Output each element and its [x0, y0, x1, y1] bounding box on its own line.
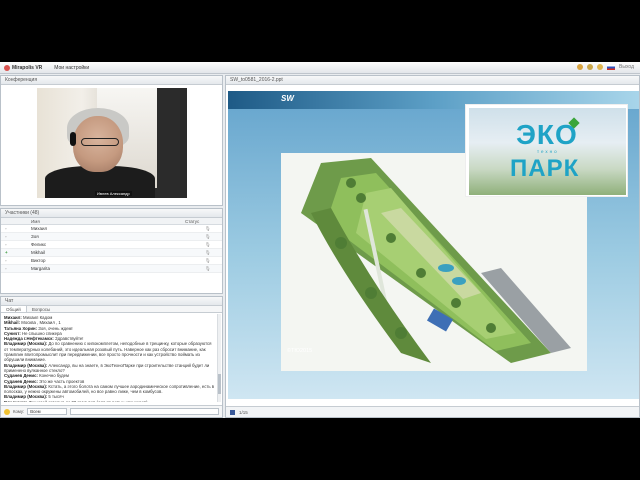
message-text: 5 тысяч	[47, 394, 64, 400]
mic-icon[interactable]: 🎙	[185, 241, 222, 248]
conference-title: Конференция	[1, 76, 222, 85]
participant-name: Феликс	[31, 242, 47, 247]
table-header: Имя Статус	[1, 218, 222, 225]
message-author: Владимир (Москва):	[4, 341, 48, 347]
presentation-toolbar: 1/15	[226, 406, 639, 417]
mic-icon[interactable]: 🎙	[185, 233, 222, 240]
message-text: Фэшидей говорил до 00 градусов (для груз…	[27, 400, 148, 402]
mic-icon[interactable]: 🎙	[185, 249, 222, 256]
chat-panel: Чат Общий Вопросы Михаил: Михаил Кадом Mi…	[0, 296, 223, 418]
eco-text-line2: техно	[537, 149, 559, 154]
table-row[interactable]: ▫ Феликс 🎙	[1, 241, 222, 249]
message-text: Не слышно спикера	[20, 330, 62, 336]
message-text: Здравствуйте!	[53, 336, 84, 342]
chat-tabs: Общий Вопросы	[1, 306, 222, 313]
recipient-label: Кому:	[13, 409, 25, 414]
lock-icon[interactable]	[587, 64, 594, 70]
chat-title: Чат	[1, 297, 222, 306]
message-author: Mikhail:	[4, 320, 20, 326]
chat-scrollbar[interactable]	[217, 314, 221, 402]
app-logo: Mirapolis VR	[4, 64, 43, 71]
message-text: Москва , Михаил , 1	[20, 320, 61, 326]
smiley-icon[interactable]	[4, 408, 10, 415]
message-text: Михаил Кадом	[21, 315, 53, 320]
row-icon: ▫	[5, 242, 7, 247]
chat-message-input[interactable]	[70, 408, 219, 415]
message-author: Суничт:	[4, 330, 21, 336]
chat-input-bar: Кому: Всем	[1, 405, 222, 417]
row-icon: ▫	[5, 266, 7, 271]
notification-icon[interactable]	[577, 64, 584, 70]
message-text: Зоя, очень ждем!	[37, 325, 73, 331]
message-author: Владимир:	[4, 400, 27, 402]
message-text: Конечно будем	[37, 373, 70, 379]
message-author: Суданев Денис:	[4, 378, 38, 384]
tab-general[interactable]: Общий	[1, 306, 27, 312]
row-icon: ▫	[5, 226, 7, 231]
participant-name: Виктор	[31, 258, 46, 263]
row-icon: +	[5, 250, 8, 255]
speaker-video: Ивлев Александр	[37, 88, 187, 198]
eco-logo-box: ЭКО техно ПАРК	[465, 104, 628, 197]
save-icon[interactable]	[230, 409, 235, 415]
top-right-tools: Выход	[577, 64, 634, 70]
chat-messages: Михаил: Михаил Кадом Mikhail: Москва , Ми…	[1, 314, 219, 402]
recipient-select[interactable]: Всем	[27, 408, 68, 415]
copyright-text: ©ТЮ2015	[287, 348, 313, 354]
app-window: Mirapolis VR Мои настройки Выход Конфере…	[0, 62, 640, 418]
app-logo-text: Mirapolis VR	[12, 64, 43, 71]
chat-message: Владимир (Москва): Александр, вы на знае…	[4, 363, 216, 374]
message-author: Татьяна Хорин:	[4, 325, 38, 331]
table-row[interactable]: ▫ Зоя 🎙	[1, 233, 222, 241]
headset-icon	[70, 132, 76, 146]
row-icon: ▫	[5, 258, 7, 263]
presentation-title: SW_to0581_2016-2.ppt	[226, 76, 639, 85]
message-author: Михаил:	[4, 315, 22, 320]
chat-message: Владимир: Фэшидей говорил до 00 градусов…	[4, 400, 216, 402]
exit-button[interactable]: Выход	[619, 64, 634, 70]
tab-questions[interactable]: Вопросы	[27, 306, 55, 312]
participant-name: Margarita	[31, 266, 51, 271]
message-author: Владимир (Москва):	[4, 394, 48, 400]
row-icon: ▫	[5, 234, 7, 239]
message-author: Владимир (Москва):	[4, 383, 48, 389]
my-settings-menu[interactable]: Мои настройки	[54, 65, 89, 71]
participants-title: Участники (48)	[1, 209, 222, 218]
presentation-panel: SW_to0581_2016-2.ppt SW ЭКО техно ПАРК ©…	[225, 75, 640, 418]
mic-icon[interactable]: 🎙	[185, 225, 222, 232]
message-author: Суданев Денис:	[4, 373, 38, 379]
mic-icon[interactable]: 🎙	[185, 257, 222, 264]
sw-logo: SW	[281, 94, 294, 103]
column-status[interactable]: Статус	[185, 218, 222, 224]
conference-panel: Конференция Ивлев Александр	[0, 75, 223, 206]
participant-name: Зоя	[31, 234, 39, 239]
chat-message: Владимир (Москва): До по сравнению с кип…	[4, 341, 216, 362]
table-row[interactable]: ▫ Margarita 🎙	[1, 265, 222, 273]
table-row[interactable]: ▫ Михаил 🎙	[1, 225, 222, 233]
chat-message: Владимир (Москва): Кстать, а этого болот…	[4, 384, 216, 395]
speaker-name: Ивлев Александр	[95, 191, 132, 196]
help-icon[interactable]	[597, 64, 604, 70]
speaker-glasses	[81, 138, 119, 146]
message-text: Это же часть проектов	[37, 378, 85, 384]
eco-text-line3: ПАРК	[510, 155, 580, 182]
table-row[interactable]: ▫ Виктор 🎙	[1, 257, 222, 265]
participant-name: Mikhail	[31, 250, 46, 255]
participant-name: Михаил	[31, 226, 48, 231]
participants-table: Имя Статус ▫ Михаил 🎙 ▫ Зоя 🎙 ▫ Феликс 🎙 + Mikhail…	[1, 218, 222, 273]
language-flag-icon[interactable]	[607, 64, 616, 70]
message-author: Надежда г.Нефтекамск:	[4, 336, 54, 342]
column-name[interactable]: Имя	[31, 218, 185, 224]
message-author: Владимир (Москва):	[4, 362, 48, 368]
participants-panel: Участники (48) Имя Статус ▫ Михаил 🎙 ▫ Зоя 🎙 ▫…	[0, 208, 223, 294]
top-bar: Mirapolis VR Мои настройки Выход	[0, 62, 640, 74]
mic-icon[interactable]: 🎙	[185, 265, 222, 272]
page-indicator: 1/15	[239, 409, 248, 415]
table-row[interactable]: + Mikhail 🎙	[1, 249, 222, 257]
slide: SW ЭКО техно ПАРК ©ТЮ2015	[228, 86, 639, 404]
logo-icon	[4, 64, 10, 71]
